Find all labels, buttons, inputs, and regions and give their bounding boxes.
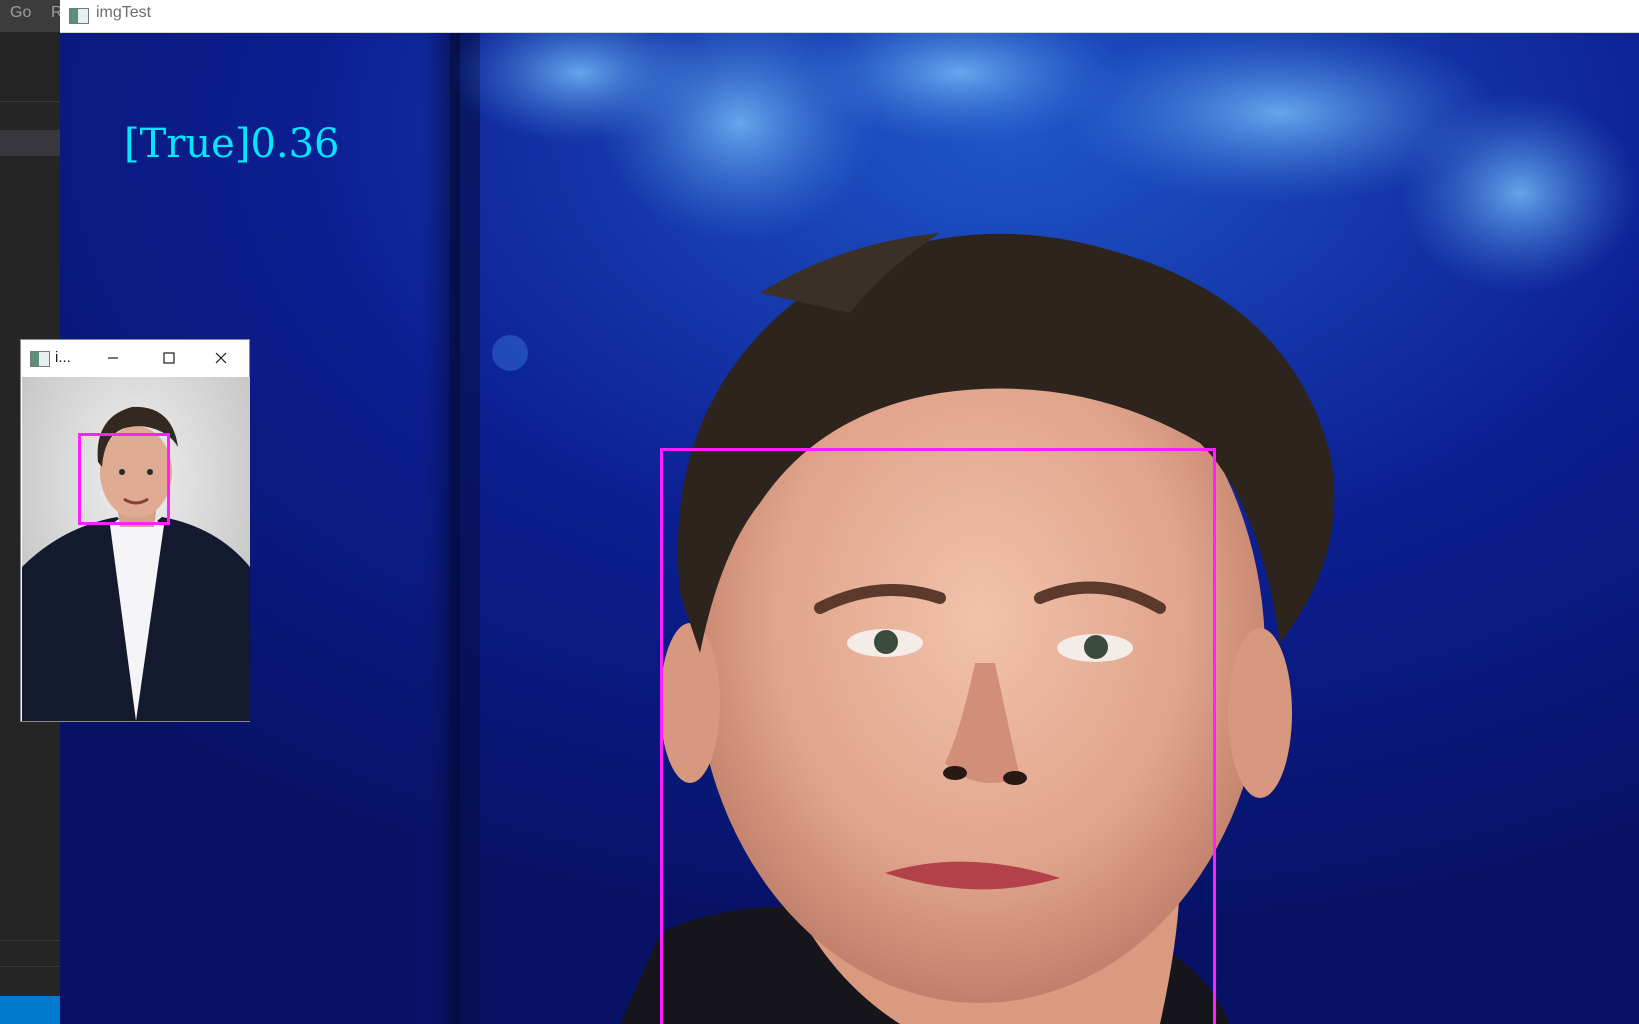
maximize-button[interactable]	[141, 340, 197, 376]
ide-menubar: Go R	[0, 0, 63, 32]
app-window-icon	[69, 8, 89, 24]
verification-result-text: [True]0.36	[124, 121, 340, 167]
menu-go[interactable]: Go	[10, 4, 31, 22]
window-title: imgTest	[96, 4, 152, 21]
preview-window-title: i...	[55, 349, 71, 366]
close-icon	[215, 352, 227, 364]
ide-divider	[0, 966, 62, 967]
ide-divider	[0, 940, 62, 941]
ide-selected-row[interactable]	[0, 130, 62, 156]
ide-status-bar	[0, 996, 62, 1024]
maximize-icon	[163, 352, 175, 364]
close-button[interactable]	[193, 340, 249, 376]
preview-image-display	[22, 377, 250, 721]
imgtest-titlebar[interactable]: imgTest	[60, 0, 1639, 33]
imgtest-window: imgTest [True]0.36	[60, 0, 1639, 1024]
preview-titlebar[interactable]: i...	[21, 340, 249, 376]
preview-face-bounding-box	[78, 433, 170, 525]
minimize-icon	[108, 357, 118, 359]
ide-divider	[0, 101, 62, 102]
image-display: [True]0.36	[60, 33, 1639, 1024]
face-bounding-box	[660, 448, 1216, 1024]
app-window-icon	[30, 351, 50, 367]
minimize-button[interactable]	[85, 340, 141, 376]
preview-window: i...	[20, 339, 250, 722]
reference-portrait-image	[22, 377, 250, 721]
desktop: Go R imgTest [True]0.36 i...	[0, 0, 1639, 1024]
